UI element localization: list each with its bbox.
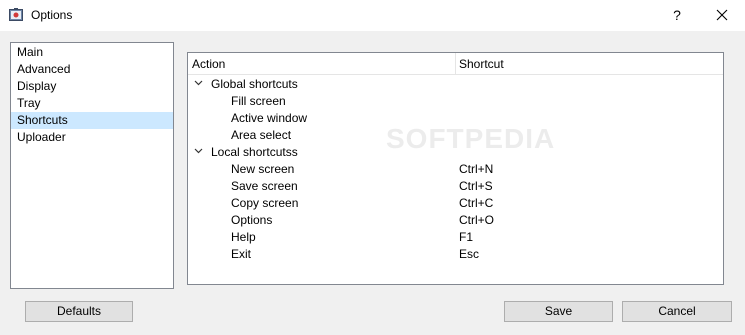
tree-row[interactable]: Save screen Ctrl+S — [188, 178, 723, 195]
tree-row[interactable]: Copy screen Ctrl+C — [188, 195, 723, 212]
tree-row[interactable]: Area select — [188, 127, 723, 144]
tree-header: Action Shortcut — [188, 53, 723, 75]
nav-item-tray[interactable]: Tray — [11, 95, 173, 112]
nav-item-advanced[interactable]: Advanced — [11, 61, 173, 78]
tree-group-label: Global shortcuts — [211, 77, 298, 91]
help-button[interactable]: ? — [664, 0, 690, 31]
tree-group-local[interactable]: Local shortcutss — [188, 144, 723, 161]
action-label: Copy screen — [231, 196, 299, 210]
chevron-down-icon[interactable] — [194, 80, 203, 86]
nav-item-display[interactable]: Display — [11, 78, 173, 95]
action-label: Help — [231, 230, 256, 244]
action-label: Exit — [231, 247, 252, 261]
title-bar: Options ? — [0, 0, 745, 31]
close-button[interactable] — [704, 0, 740, 31]
shortcut-value[interactable]: Esc — [459, 246, 479, 263]
action-label: Options — [231, 213, 273, 227]
action-label: Area select — [231, 128, 292, 142]
shortcut-value[interactable]: Ctrl+O — [459, 212, 494, 229]
tree-row[interactable]: Options Ctrl+O — [188, 212, 723, 229]
shortcut-value[interactable]: Ctrl+N — [459, 161, 493, 178]
shortcut-value[interactable]: Ctrl+S — [459, 178, 493, 195]
tree-row[interactable]: Help F1 — [188, 229, 723, 246]
save-button[interactable]: Save — [504, 301, 613, 322]
app-icon — [9, 8, 23, 21]
tree-row[interactable]: New screen Ctrl+N — [188, 161, 723, 178]
nav-item-main[interactable]: Main — [11, 44, 173, 61]
defaults-button[interactable]: Defaults — [25, 301, 133, 322]
tree-row[interactable]: Active window — [188, 110, 723, 127]
nav-item-uploader[interactable]: Uploader — [11, 129, 173, 146]
action-label: Fill screen — [231, 94, 286, 108]
chevron-down-icon[interactable] — [194, 148, 203, 154]
column-header-action[interactable]: Action — [192, 57, 225, 71]
cancel-button[interactable]: Cancel — [622, 301, 732, 322]
nav-item-shortcuts[interactable]: Shortcuts — [11, 112, 173, 129]
shortcut-value[interactable]: Ctrl+C — [459, 195, 493, 212]
shortcut-value[interactable]: F1 — [459, 229, 473, 246]
tree-group-label: Local shortcutss — [211, 145, 298, 159]
tree-group-global[interactable]: Global shortcuts — [188, 76, 723, 93]
window-title: Options — [31, 8, 73, 22]
close-icon — [716, 9, 728, 21]
tree-row[interactable]: Fill screen — [188, 93, 723, 110]
category-list[interactable]: Main Advanced Display Tray Shortcuts Upl… — [10, 42, 174, 289]
action-label: Save screen — [231, 179, 298, 193]
tree-row[interactable]: Exit Esc — [188, 246, 723, 263]
shortcuts-tree[interactable]: Action Shortcut SOFTPEDIA Global shortcu… — [187, 52, 724, 285]
action-label: New screen — [231, 162, 295, 176]
column-separator[interactable] — [455, 53, 456, 74]
action-label: Active window — [231, 111, 308, 125]
column-header-shortcut[interactable]: Shortcut — [459, 57, 504, 71]
